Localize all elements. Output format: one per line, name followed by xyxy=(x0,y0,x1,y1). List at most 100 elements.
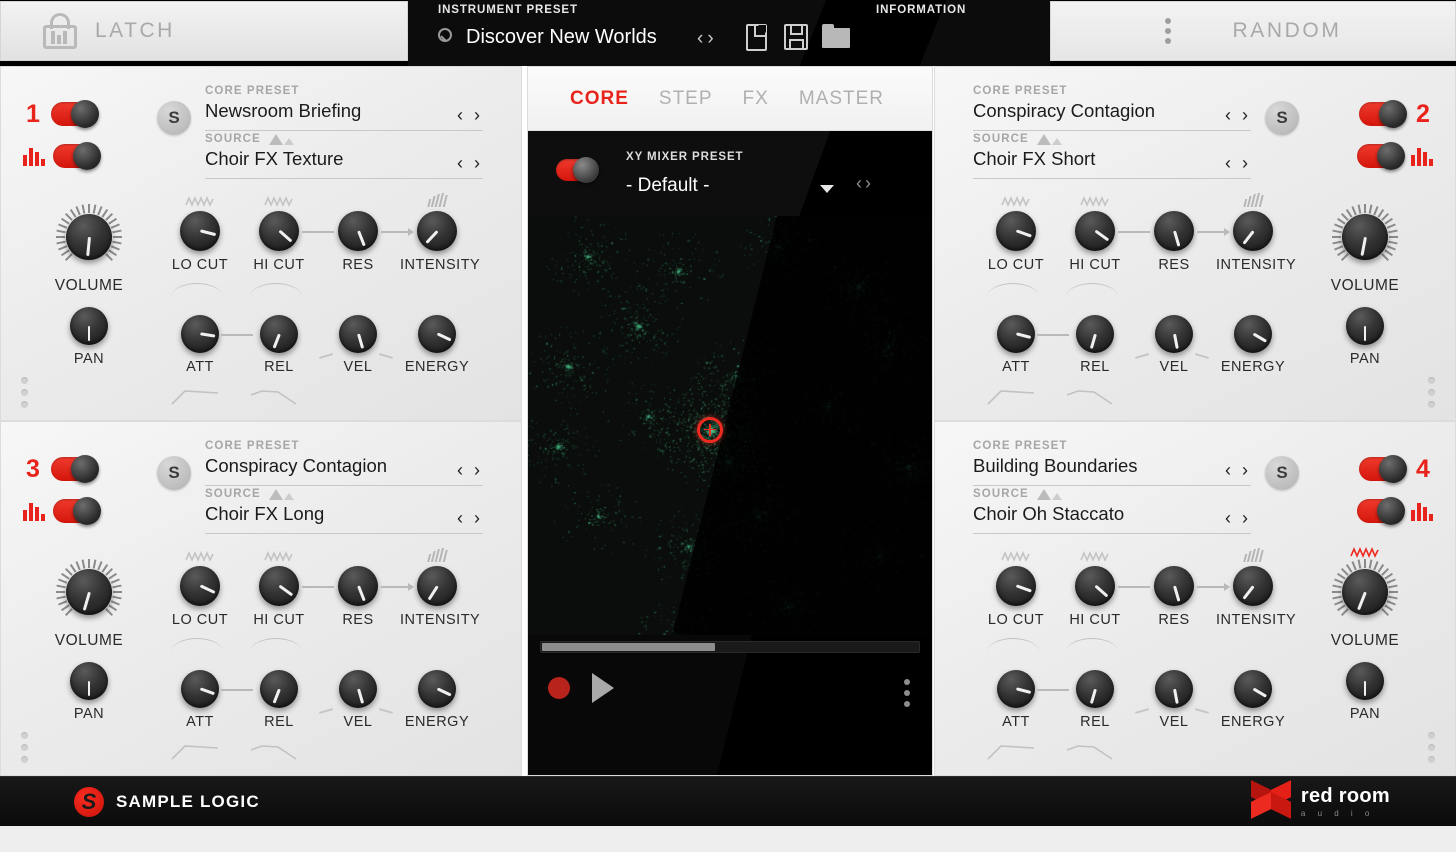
volume-knob-dial[interactable] xyxy=(1342,214,1388,260)
lo-cut-knob-dial[interactable] xyxy=(180,566,220,606)
random-button[interactable]: RANDOM xyxy=(1050,1,1456,61)
core-preset-value[interactable]: Building Boundaries xyxy=(973,455,1251,477)
volume-knob-dial[interactable] xyxy=(66,569,112,615)
rel-knob-dial[interactable] xyxy=(1076,315,1114,353)
core-preset-nav[interactable]: ‹ › xyxy=(1225,105,1251,126)
xy-mixer-nav[interactable]: ‹› xyxy=(856,173,874,194)
att-knob-dial[interactable] xyxy=(997,315,1035,353)
record-icon[interactable] xyxy=(548,677,570,699)
source-nav[interactable]: ‹ › xyxy=(457,508,483,529)
meter-icon xyxy=(23,147,45,166)
rel-knob-dial[interactable] xyxy=(260,670,298,708)
xy-marker[interactable] xyxy=(696,416,723,443)
xy-mixer-toggle[interactable] xyxy=(556,157,599,183)
source-nav[interactable]: ‹ › xyxy=(1225,508,1251,529)
energy-knob-dial[interactable] xyxy=(1234,670,1272,708)
latch-button[interactable]: LATCH xyxy=(0,1,408,61)
pan-knob-dial[interactable] xyxy=(1346,307,1384,345)
xy-mixer-next[interactable]: › xyxy=(865,173,874,193)
intensity-knob-dial[interactable] xyxy=(417,566,457,606)
decorative-diagonal xyxy=(704,635,932,775)
instrument-preset-value[interactable]: Discover New Worlds xyxy=(466,26,657,49)
meter-toggle[interactable] xyxy=(53,497,101,525)
lo-cut-knob-dial[interactable] xyxy=(180,211,220,251)
meter-toggle[interactable] xyxy=(53,142,101,170)
play-icon[interactable] xyxy=(592,673,614,703)
core-preset-nav[interactable]: ‹ › xyxy=(457,105,483,126)
xy-mixer-value[interactable]: - Default - xyxy=(626,175,709,197)
core-preset-value[interactable]: Conspiracy Contagion xyxy=(973,100,1251,122)
folder-icon[interactable] xyxy=(822,24,850,52)
floppy-disk-icon[interactable] xyxy=(784,24,810,52)
intensity-knob-dial[interactable] xyxy=(417,211,457,251)
document-icon[interactable] xyxy=(746,24,772,52)
tab-master[interactable]: MASTER xyxy=(799,88,884,110)
hi-cut-knob-dial[interactable] xyxy=(1075,211,1115,251)
source-value[interactable]: Choir FX Texture xyxy=(205,148,483,170)
source-value[interactable]: Choir Oh Staccato xyxy=(973,503,1251,525)
tab-fx[interactable]: FX xyxy=(743,88,769,110)
vel-knob-dial[interactable] xyxy=(339,670,377,708)
source-nav[interactable]: ‹ › xyxy=(1225,153,1251,174)
tab-step[interactable]: STEP xyxy=(659,88,713,110)
pan-knob-dial[interactable] xyxy=(70,662,108,700)
vel-knob-dial[interactable] xyxy=(1155,315,1193,353)
core-preset-nav[interactable]: ‹ › xyxy=(457,460,483,481)
three-dots-icon[interactable] xyxy=(904,679,910,707)
solo-button-1[interactable]: S xyxy=(157,101,191,135)
xy-pad[interactable] xyxy=(528,216,932,635)
tick xyxy=(56,591,65,593)
energy-knob-dial[interactable] xyxy=(1234,315,1272,353)
lo-cut-knob-label: LO CUT xyxy=(171,257,229,273)
progress-bar[interactable] xyxy=(540,641,920,653)
pan-knob-dial[interactable] xyxy=(1346,662,1384,700)
core-preset-value[interactable]: Newsroom Briefing xyxy=(205,100,483,122)
search-icon[interactable] xyxy=(438,28,457,47)
res-knob-dial[interactable] xyxy=(338,566,378,606)
instrument-preset-nav[interactable]: ‹ › xyxy=(696,28,717,50)
three-dots-icon[interactable] xyxy=(1164,18,1171,44)
energy-knob-dial[interactable] xyxy=(418,670,456,708)
att-knob-dial[interactable] xyxy=(181,315,219,353)
hi-cut-knob-dial[interactable] xyxy=(1075,566,1115,606)
res-knob-dial[interactable] xyxy=(1154,566,1194,606)
source-nav[interactable]: ‹ › xyxy=(457,153,483,174)
solo-button-3[interactable]: S xyxy=(157,456,191,490)
core-preset-value[interactable]: Conspiracy Contagion xyxy=(205,455,483,477)
power-toggle[interactable] xyxy=(51,455,99,483)
pan-knob-dial[interactable] xyxy=(70,307,108,345)
lo-cut-knob-dial[interactable] xyxy=(996,566,1036,606)
lo-cut-knob-dial[interactable] xyxy=(996,211,1036,251)
res-knob-dial[interactable] xyxy=(1154,211,1194,251)
solo-button-4[interactable]: S xyxy=(1265,456,1299,490)
meter-toggle[interactable] xyxy=(1357,497,1405,525)
res-knob-label: RES xyxy=(342,257,374,273)
power-toggle[interactable] xyxy=(51,100,99,128)
chevron-down-icon[interactable] xyxy=(820,185,834,193)
source-value[interactable]: Choir FX Short xyxy=(973,148,1251,170)
res-knob-dial[interactable] xyxy=(338,211,378,251)
volume-knob-dial[interactable] xyxy=(66,214,112,260)
vel-knob-dial[interactable] xyxy=(1155,670,1193,708)
source-value[interactable]: Choir FX Long xyxy=(205,503,483,525)
xy-mixer-prev[interactable]: ‹ xyxy=(856,173,865,193)
rel-knob-dial[interactable] xyxy=(260,315,298,353)
intensity-knob-dial[interactable] xyxy=(1233,211,1273,251)
hi-cut-knob-dial[interactable] xyxy=(259,566,299,606)
instrument-preset-next[interactable]: › xyxy=(706,28,716,49)
tab-core[interactable]: CORE xyxy=(570,88,629,110)
meter-toggle[interactable] xyxy=(1357,142,1405,170)
att-knob-dial[interactable] xyxy=(181,670,219,708)
rel-knob-dial[interactable] xyxy=(1076,670,1114,708)
solo-button-2[interactable]: S xyxy=(1265,101,1299,135)
energy-knob-dial[interactable] xyxy=(418,315,456,353)
core-preset-nav[interactable]: ‹ › xyxy=(1225,460,1251,481)
vel-knob-dial[interactable] xyxy=(339,315,377,353)
hi-cut-knob-dial[interactable] xyxy=(259,211,299,251)
volume-knob-dial[interactable] xyxy=(1342,569,1388,615)
power-toggle[interactable] xyxy=(1359,455,1407,483)
intensity-knob-dial[interactable] xyxy=(1233,566,1273,606)
att-knob-dial[interactable] xyxy=(997,670,1035,708)
instrument-preset-prev[interactable]: ‹ xyxy=(696,28,706,49)
power-toggle[interactable] xyxy=(1359,100,1407,128)
